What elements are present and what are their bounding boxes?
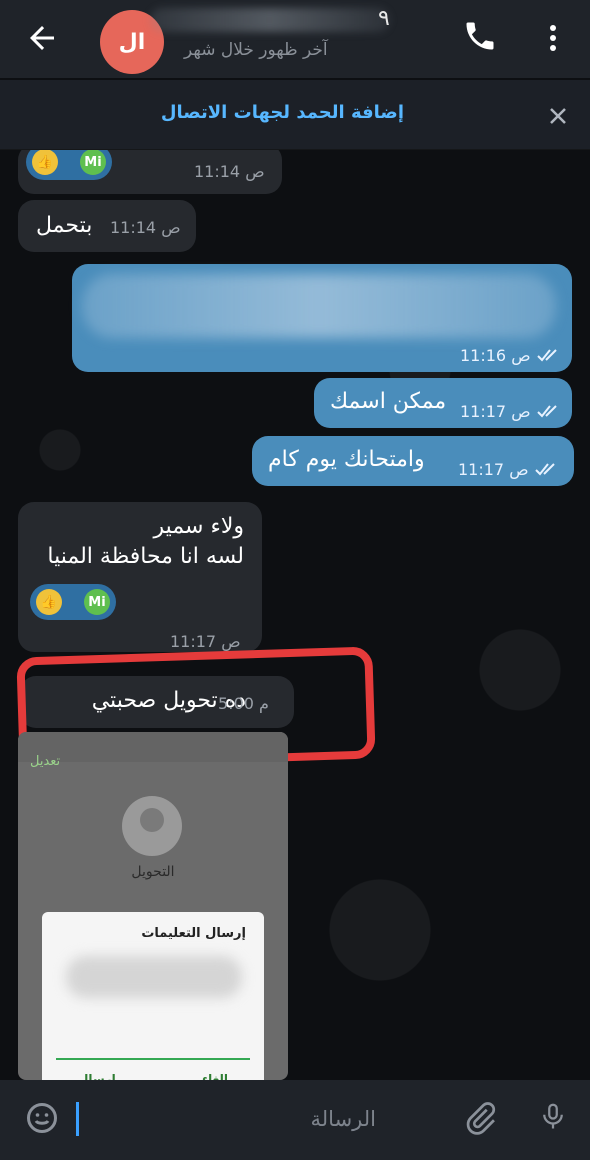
add-contact-banner: إضافة الحمد لجهات الاتصال <box>0 80 590 150</box>
reaction-sticker: 👍 Mi <box>30 584 116 620</box>
screenshot-send-button: ارسال <box>78 1072 116 1080</box>
chat-area[interactable]: 👍 Mi 11:14 ص بتحمل 11:14 ص 11:16 ص ممكن … <box>0 150 590 1080</box>
mi-badge-icon: Mi <box>80 150 106 175</box>
screenshot-dialog-title: إرسال التعليمات <box>141 926 246 941</box>
chat-header: ال ٩ آخر ظهور خلال شهر <box>0 0 590 78</box>
message-outgoing: 11:16 ص <box>72 264 572 372</box>
close-icon[interactable] <box>546 104 570 128</box>
double-check-icon <box>535 463 555 476</box>
back-arrow-icon[interactable] <box>24 20 60 56</box>
message-text: بتحمل <box>36 213 93 238</box>
screenshot-divider <box>56 1058 250 1060</box>
message-input[interactable] <box>76 1100 376 1140</box>
thumbs-up-icon: 👍 <box>32 150 58 175</box>
smiley-icon[interactable] <box>24 1100 60 1136</box>
paperclip-icon[interactable] <box>462 1098 498 1138</box>
contact-name-tail: ٩ <box>378 6 390 31</box>
message-time: 11:17 ص <box>458 460 529 479</box>
screenshot-dialog: إرسال التعليمات ارسال الغاء <box>42 912 264 1080</box>
message-text: وامتحانك يوم كام <box>268 447 425 472</box>
screenshot-cancel-button: الغاء <box>201 1072 228 1080</box>
add-contact-button[interactable]: إضافة الحمد لجهات الاتصال <box>161 102 404 123</box>
message-outgoing: وامتحانك يوم كام 11:17 ص <box>252 436 574 486</box>
image-attachment[interactable]: تعديل التحويل إرسال التعليمات ارسال الغا… <box>18 732 288 1080</box>
message-incoming: بتحمل 11:14 ص <box>18 200 196 252</box>
message-text: ممكن اسمك <box>330 389 447 414</box>
phone-icon[interactable] <box>462 18 498 54</box>
contact-name-blurred <box>150 8 390 32</box>
thumbs-up-icon: 👍 <box>36 589 62 615</box>
message-text: لسه انا محافظة المنيا <box>47 544 244 569</box>
mi-badge-icon: Mi <box>84 589 110 615</box>
message-outgoing: ممكن اسمك 11:17 ص <box>314 378 572 428</box>
last-seen-status: آخر ظهور خلال شهر <box>184 40 328 60</box>
message-time: 11:16 ص <box>460 346 531 365</box>
message-incoming: ولاء سمير لسه انا محافظة المنيا 👍 Mi 11:… <box>18 502 262 652</box>
message-incoming: 👍 Mi 11:14 ص <box>18 150 282 194</box>
message-time: 11:17 ص <box>460 402 531 421</box>
reaction-sticker: 👍 Mi <box>26 150 112 180</box>
screenshot-blurred-content <box>66 956 242 998</box>
message-time: 11:14 ص <box>194 162 265 181</box>
message-text-blurred <box>82 274 556 338</box>
message-composer <box>0 1080 590 1160</box>
screenshot-avatar <box>122 796 182 856</box>
message-time: 11:14 ص <box>110 218 181 237</box>
message-text: ولاء سمير <box>153 514 244 539</box>
screenshot-contact-name: التحويل <box>131 864 175 880</box>
double-check-icon <box>537 349 557 362</box>
double-check-icon <box>537 405 557 418</box>
screenshot-edit-link: تعديل <box>30 754 61 769</box>
vertical-dots-icon[interactable] <box>540 20 566 56</box>
message-time: 11:17 ص <box>170 632 241 651</box>
microphone-icon[interactable] <box>538 1096 568 1136</box>
